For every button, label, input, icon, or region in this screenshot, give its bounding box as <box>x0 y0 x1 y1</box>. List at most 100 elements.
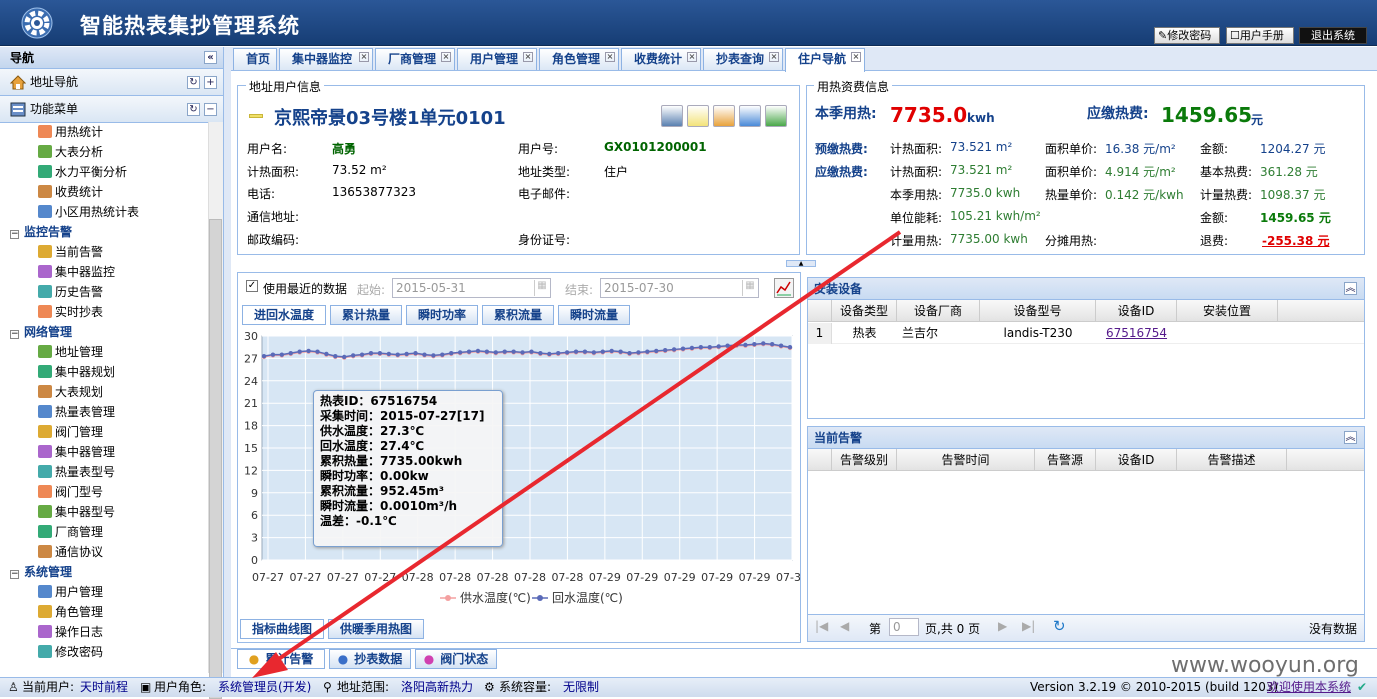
bulb-icon[interactable] <box>687 105 709 127</box>
grid-header[interactable]: 告警描述 <box>1177 449 1287 471</box>
last-page-icon[interactable]: ▶| <box>1022 619 1035 633</box>
user-manual-button[interactable]: ☐用户手册 <box>1226 27 1294 44</box>
subtab-item[interactable]: ● 阀门状态 <box>415 649 497 669</box>
menu-item[interactable]: 修改密码 <box>38 642 103 662</box>
menu-item[interactable]: 用热统计 <box>38 122 103 142</box>
start-date-input[interactable] <box>392 278 551 298</box>
close-tab-icon[interactable]: × <box>441 52 451 62</box>
tab-item[interactable]: 抄表查询 × <box>703 48 783 70</box>
collapse-top-icon[interactable]: ▲ <box>786 260 816 267</box>
next-page-icon[interactable]: ▶ <box>998 619 1007 633</box>
menu-group[interactable]: − 系统管理 <box>10 562 72 582</box>
collapse-icon[interactable]: ︽ <box>1344 431 1357 444</box>
close-tab-icon[interactable]: × <box>769 52 779 62</box>
subtab-item[interactable]: 瞬时功率 <box>406 305 478 325</box>
close-tab-icon[interactable]: × <box>523 52 533 62</box>
collapse-icon[interactable]: − <box>10 570 19 579</box>
change-password-button[interactable]: ✎修改密码 <box>1154 27 1220 44</box>
menu-item[interactable]: 通信协议 <box>38 542 103 562</box>
collapse-icon[interactable]: − <box>204 103 217 116</box>
cell-id[interactable]: 67516754 <box>1096 323 1177 344</box>
menu-item[interactable]: 大表分析 <box>38 142 103 162</box>
calendar-icon[interactable]: ▦ <box>742 280 757 296</box>
grid-header[interactable]: 设备厂商 <box>897 300 980 322</box>
grid-header[interactable]: 设备ID <box>1096 449 1177 471</box>
sidebar-scroll-thumb[interactable] <box>209 219 222 699</box>
menu-item[interactable]: 集中器管理 <box>38 442 115 462</box>
tab-item[interactable]: 首页 <box>233 48 277 70</box>
menu-item[interactable]: 大表规划 <box>38 382 103 402</box>
menu-item[interactable]: 操作日志 <box>38 622 103 642</box>
close-tab-icon[interactable]: × <box>605 52 615 62</box>
sidebar-section-menu[interactable]: 功能菜单 ↻ − <box>0 96 223 123</box>
table-row[interactable]: 1 热表 兰吉尔 landis-T230 67516754 <box>808 323 1364 344</box>
subtab-item[interactable]: 瞬时流量 <box>558 305 630 325</box>
menu-item[interactable]: 厂商管理 <box>38 522 103 542</box>
refresh-icon[interactable]: ↻ <box>187 103 200 116</box>
close-tab-icon[interactable]: × <box>851 52 861 62</box>
menu-item[interactable]: 角色管理 <box>38 602 103 622</box>
chart-query-icon[interactable] <box>774 278 794 298</box>
tab-item[interactable]: 厂商管理 × <box>375 48 455 70</box>
menu-item[interactable]: 当前告警 <box>38 242 103 262</box>
menu-item[interactable]: 集中器规划 <box>38 362 115 382</box>
menu-item[interactable]: 水力平衡分析 <box>38 162 127 182</box>
logout-button[interactable]: 退出系统 <box>1299 27 1367 44</box>
tab-item[interactable]: 住户导航 × <box>785 48 865 72</box>
collapse-icon[interactable]: − <box>10 230 19 239</box>
menu-group[interactable]: − 监控告警 <box>10 222 72 242</box>
tab-item[interactable]: 收费统计 × <box>621 48 701 70</box>
menu-item[interactable]: 用户管理 <box>38 582 103 602</box>
menu-group[interactable]: − 网络管理 <box>10 322 72 342</box>
menu-item[interactable]: 地址管理 <box>38 342 103 362</box>
menu-item[interactable]: 热量表管理 <box>38 402 115 422</box>
menu-item[interactable]: 收费统计 <box>38 182 103 202</box>
menu-item[interactable]: 历史告警 <box>38 282 103 302</box>
tab-item[interactable]: 角色管理 × <box>539 48 619 70</box>
menu-item[interactable]: 集中器型号 <box>38 502 115 522</box>
welcome-link[interactable]: 欢迎使用本系统 <box>1267 678 1351 697</box>
subtab-item[interactable]: 累计热量 <box>330 305 402 325</box>
use-recent-checkbox[interactable]: ✓ <box>246 280 258 292</box>
first-page-icon[interactable]: |◀ <box>815 619 828 633</box>
refresh-icon[interactable]: ↻ <box>187 76 200 89</box>
menu-item[interactable]: 热量表型号 <box>38 462 115 482</box>
menu-item[interactable]: 阀门型号 <box>38 482 103 502</box>
grid-header[interactable]: 告警级别 <box>832 449 897 471</box>
expand-icon[interactable]: + <box>204 76 217 89</box>
person-icon[interactable] <box>739 105 761 127</box>
sidebar-section-address[interactable]: 地址导航 ↻ + <box>0 69 223 96</box>
prev-page-icon[interactable]: ◀ <box>840 619 849 633</box>
menu-item[interactable]: 集中器监控 <box>38 262 115 282</box>
menu-item[interactable]: 阀门管理 <box>38 422 103 442</box>
grid-header[interactable]: 告警时间 <box>897 449 1035 471</box>
export-icon[interactable] <box>765 105 787 127</box>
calendar-icon[interactable]: ▦ <box>534 280 549 296</box>
collapse-sidebar-icon[interactable]: « <box>204 51 217 64</box>
subtab-item[interactable]: 供暖季用热图 <box>328 619 424 639</box>
splitter[interactable] <box>224 47 231 677</box>
subtab-item[interactable]: ● 抄表数据 <box>329 649 411 669</box>
refresh-icon[interactable]: ↻ <box>1053 617 1066 635</box>
close-tab-icon[interactable]: × <box>687 52 697 62</box>
computer-icon[interactable] <box>661 105 683 127</box>
close-tab-icon[interactable]: × <box>359 52 369 62</box>
collapse-icon[interactable]: ︽ <box>1344 282 1357 295</box>
subtab-item[interactable]: ● 累计告警 <box>237 649 325 669</box>
page-number-input[interactable] <box>889 618 919 636</box>
tab-item[interactable]: 集中器监控 × <box>279 48 373 70</box>
house-icon[interactable] <box>713 105 735 127</box>
menu-item[interactable]: 实时抄表 <box>38 302 103 322</box>
subtab-item[interactable]: 指标曲线图 <box>240 619 324 639</box>
grid-header[interactable]: 设备类型 <box>832 300 897 322</box>
collapse-icon[interactable]: − <box>10 330 19 339</box>
grid-header[interactable]: 设备型号 <box>980 300 1096 322</box>
grid-header[interactable]: 安装位置 <box>1177 300 1278 322</box>
subtab-item[interactable]: 累积流量 <box>482 305 554 325</box>
menu-item[interactable]: 小区用热统计表 <box>38 202 139 222</box>
subtab-item[interactable]: 进回水温度 <box>242 305 326 325</box>
grid-header[interactable]: 告警源 <box>1035 449 1096 471</box>
grid-header[interactable]: 设备ID <box>1096 300 1177 322</box>
end-date-input[interactable] <box>600 278 759 298</box>
tab-item[interactable]: 用户管理 × <box>457 48 537 70</box>
